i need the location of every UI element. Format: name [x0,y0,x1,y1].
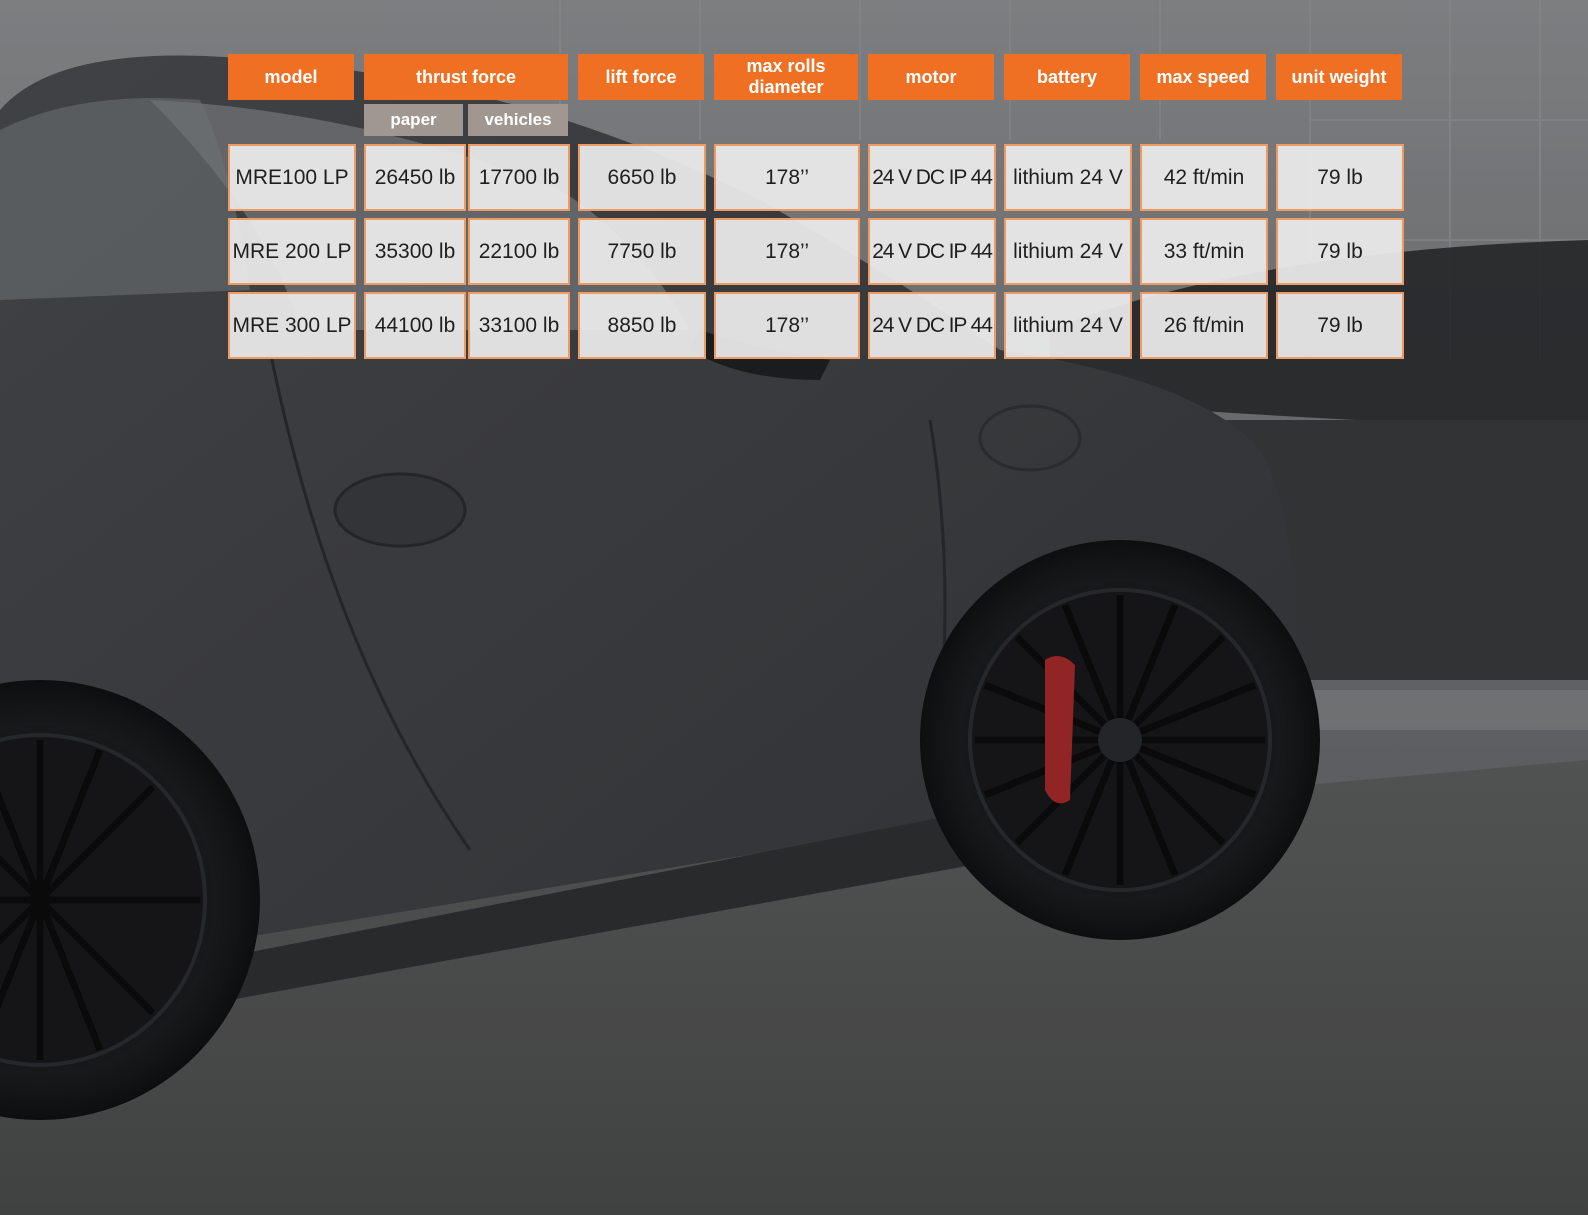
cell-motor: 24 V DC IP 44 [868,144,996,211]
cell-unit-weight: 79 lb [1276,218,1404,285]
cell-max-speed: 33 ft/min [1140,218,1268,285]
subheader-vehicles: vehicles [468,104,568,136]
cell-thrust-paper: 44100 lb [364,292,466,359]
cell-battery: lithium 24 V [1004,292,1132,359]
cell-lift-force: 8850 lb [578,292,706,359]
cell-model: MRE 200 LP [228,218,356,285]
header-max-speed: max speed [1140,54,1266,100]
cell-max-speed: 42 ft/min [1140,144,1268,211]
cell-model: MRE 300 LP [228,292,356,359]
cell-thrust-vehicles: 22100 lb [468,218,570,285]
header-model: model [228,54,354,100]
cell-max-speed: 26 ft/min [1140,292,1268,359]
cell-max-rolls-diameter: 178’’ [714,144,860,211]
cell-battery: lithium 24 V [1004,144,1132,211]
header-battery: battery [1004,54,1130,100]
cell-motor: 24 V DC IP 44 [868,292,996,359]
cell-thrust-paper: 35300 lb [364,218,466,285]
cell-lift-force: 7750 lb [578,218,706,285]
header-max-rolls-diameter: max rolls diameter [714,54,858,100]
cell-unit-weight: 79 lb [1276,144,1404,211]
subheader-paper: paper [364,104,463,136]
cell-max-rolls-diameter: 178’’ [714,218,860,285]
header-lift-force: lift force [578,54,704,100]
cell-max-rolls-diameter: 178’’ [714,292,860,359]
cell-thrust-vehicles: 33100 lb [468,292,570,359]
cell-motor: 24 V DC IP 44 [868,218,996,285]
cell-lift-force: 6650 lb [578,144,706,211]
header-unit-weight: unit weight [1276,54,1402,100]
cell-model: MRE100 LP [228,144,356,211]
cell-unit-weight: 79 lb [1276,292,1404,359]
cell-thrust-paper: 26450 lb [364,144,466,211]
header-motor: motor [868,54,994,100]
cell-thrust-vehicles: 17700 lb [468,144,570,211]
header-max-rolls-diameter-line2: diameter [748,77,824,97]
header-thrust-force: thrust force [364,54,568,100]
cell-battery: lithium 24 V [1004,218,1132,285]
header-max-rolls-diameter-line1: max rolls [746,56,826,76]
